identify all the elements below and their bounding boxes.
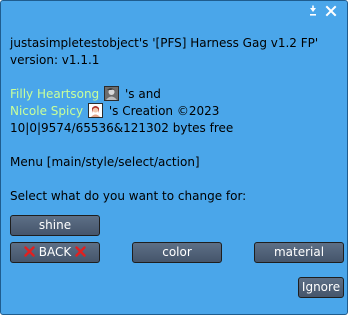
creator-link-filly[interactable]: Filly Heartsong: [10, 87, 99, 101]
back-button-label: BACK: [38, 245, 72, 259]
ignore-button[interactable]: Ignore: [298, 277, 344, 298]
creator-line-1: Filly Heartsong 's and: [10, 86, 338, 103]
minimize-icon[interactable]: [307, 5, 319, 17]
title-bar-controls: [307, 5, 337, 17]
color-button-label: color: [162, 245, 192, 259]
creator-suffix-1: 's and: [121, 87, 161, 101]
creator-line-2: Nicole Spicy 's Creation ©2023: [10, 103, 338, 120]
script-dialog: justasimpletestobject's '[PFS] Harness G…: [0, 0, 348, 315]
back-button[interactable]: BACK: [10, 242, 100, 263]
creator-suffix-2: 's Creation ©2023: [105, 104, 220, 118]
creator-link-nicole[interactable]: Nicole Spicy: [10, 104, 83, 118]
red-x-icon: [75, 246, 86, 257]
close-icon[interactable]: [325, 5, 337, 17]
version-text: version: v1.1.1: [10, 53, 100, 67]
shine-button[interactable]: shine: [10, 215, 100, 236]
memory-info: 10|0|9574/65536&121302 bytes free: [10, 121, 234, 135]
select-prompt: Select what do you want to change for:: [10, 189, 247, 203]
material-button-label: material: [273, 245, 325, 259]
material-button[interactable]: material: [254, 242, 344, 263]
ignore-button-label: Ignore: [301, 280, 341, 294]
avatar-filly: [104, 86, 120, 101]
shine-button-label: shine: [38, 218, 72, 232]
red-x-icon: [24, 246, 35, 257]
object-title: justasimpletestobject's '[PFS] Harness G…: [10, 36, 319, 50]
dialog-message: justasimpletestobject's '[PFS] Harness G…: [10, 35, 338, 205]
menu-path: Menu [main/style/select/action]: [10, 155, 200, 169]
avatar-nicole: [88, 103, 104, 118]
color-button[interactable]: color: [132, 242, 222, 263]
